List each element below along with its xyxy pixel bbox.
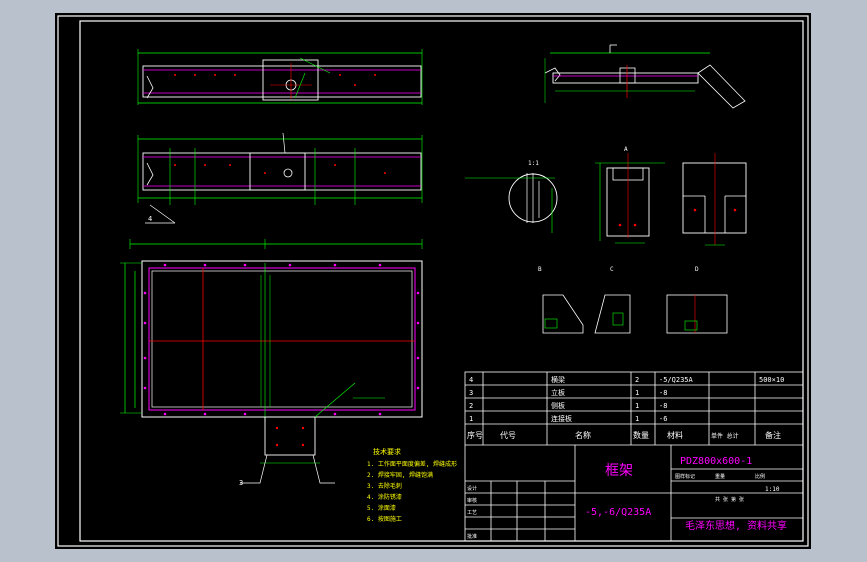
- section-view-a: A: [595, 146, 665, 244]
- svg-text:2. 焊接牢固, 焊缝饱满: 2. 焊接牢固, 焊缝饱满: [367, 471, 433, 479]
- svg-text:2: 2: [635, 376, 639, 384]
- profile-view: [544, 44, 746, 109]
- front-view: [120, 239, 423, 484]
- svg-text:1. 工作面平面度偏差, 焊缝成形: 1. 工作面平面度偏差, 焊缝成形: [367, 460, 457, 468]
- svg-text:设计: 设计: [467, 485, 477, 492]
- svg-text:1: 1: [469, 415, 473, 423]
- bracket-views: B C D: [538, 266, 728, 334]
- svg-text:代号: 代号: [500, 430, 516, 440]
- top-view: [137, 49, 423, 105]
- label-part-4: 4: [148, 215, 152, 223]
- svg-text:单件 总计: 单件 总计: [711, 432, 739, 440]
- svg-text:A: A: [624, 146, 628, 153]
- svg-text:审核: 审核: [467, 497, 477, 504]
- svg-text:共 张 第 张: 共 张 第 张: [715, 496, 744, 503]
- svg-text:4: 4: [469, 376, 473, 384]
- company-text: 毛泽东思想, 资料共享: [685, 519, 787, 532]
- svg-text:比例: 比例: [755, 473, 765, 480]
- svg-text:D: D: [695, 266, 699, 273]
- detail-view: 1:1: [465, 160, 558, 233]
- svg-text:-6: -6: [659, 415, 667, 423]
- svg-text:序号: 序号: [467, 430, 483, 440]
- cad-viewport[interactable]: 1:1 A B C D 3 4 4 横梁 2 -5/Q235A 500×10 3…: [0, 0, 867, 562]
- svg-text:1: 1: [635, 402, 639, 410]
- svg-text:数量: 数量: [633, 430, 649, 440]
- svg-text:3: 3: [469, 389, 473, 397]
- svg-text:5. 涂面漆: 5. 涂面漆: [367, 504, 396, 512]
- svg-text:500×10: 500×10: [759, 376, 784, 384]
- drawing-number: PDZ800x600-1: [680, 456, 752, 467]
- svg-text:6. 按图施工: 6. 按图施工: [367, 515, 402, 523]
- svg-text:B: B: [538, 266, 542, 273]
- svg-text:连接板: 连接板: [551, 414, 572, 423]
- svg-text:3. 去除毛刺: 3. 去除毛刺: [367, 482, 402, 490]
- svg-text:1: 1: [635, 415, 639, 423]
- drawing-canvas: 1:1 A B C D 3 4 4 横梁 2 -5/Q235A 500×10 3…: [57, 15, 809, 547]
- svg-text:技术要求: 技术要求: [373, 447, 401, 456]
- svg-text:工艺: 工艺: [467, 510, 477, 516]
- svg-text:侧板: 侧板: [551, 401, 565, 410]
- svg-text:重量: 重量: [715, 473, 725, 480]
- drawing-sheet[interactable]: 1:1 A B C D 3 4 4 横梁 2 -5/Q235A 500×10 3…: [55, 13, 811, 549]
- end-view: [682, 153, 747, 246]
- svg-text:4. 涂防锈漆: 4. 涂防锈漆: [367, 493, 402, 501]
- svg-text:2: 2: [469, 402, 473, 410]
- detail-scale: 1:1: [528, 160, 539, 167]
- material-spec: -5,-6/Q235A: [585, 507, 651, 518]
- svg-text:图样标记: 图样标记: [675, 473, 695, 480]
- svg-text:1: 1: [635, 389, 639, 397]
- side-view: [137, 132, 423, 224]
- part-name: 框架: [605, 463, 633, 479]
- svg-text:C: C: [610, 266, 614, 273]
- tech-notes: 技术要求 1. 工作面平面度偏差, 焊缝成形 2. 焊接牢固, 焊缝饱满 3. …: [367, 447, 457, 523]
- svg-text:名称: 名称: [575, 430, 591, 440]
- svg-text:批准: 批准: [467, 533, 477, 540]
- svg-text:立板: 立板: [551, 388, 565, 397]
- svg-text:横梁: 横梁: [551, 375, 565, 384]
- svg-text:备注: 备注: [765, 430, 781, 440]
- svg-text:材料: 材料: [667, 430, 683, 440]
- svg-text:-5/Q235A: -5/Q235A: [659, 376, 694, 384]
- svg-text:-8: -8: [659, 402, 667, 410]
- svg-text:-8: -8: [659, 389, 667, 397]
- scale: 1:10: [765, 486, 780, 493]
- label-part-3: 3: [239, 479, 243, 487]
